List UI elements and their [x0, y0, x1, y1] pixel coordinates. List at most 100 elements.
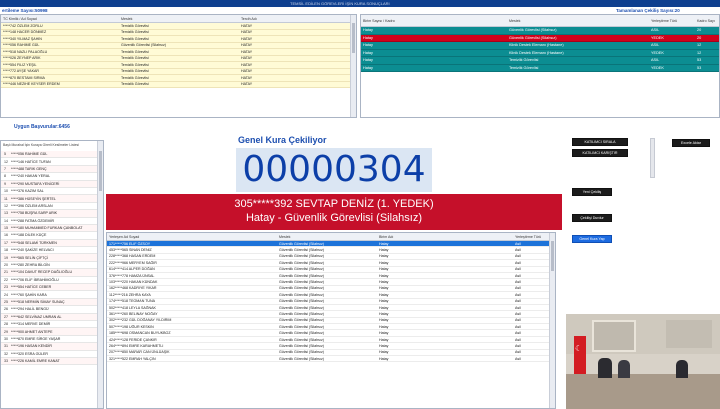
eligible-item[interactable]: 26 *****294 HALİL BENGÜ — [1, 306, 103, 314]
result-cell-job: Güvenlik Görevlisi (Silahsız) — [279, 324, 324, 329]
quota-row[interactable]: Hatay Güvenlik Görevlisi (Silahsız) ASIL 20 — [361, 27, 719, 35]
eligible-item[interactable]: 9 *****290 MUSTAFA YENİCERİ — [1, 180, 103, 188]
result-cell-name: 424*****128 FERİDE ÇANKIR — [109, 337, 157, 342]
eligible-item-number: 12 — [4, 159, 8, 164]
eligible-item[interactable]: 19 *****565 SELİN ÇİFTÇİ — [1, 254, 103, 262]
eligible-item[interactable]: 29 *****900 AHMET ANTEPE — [1, 328, 103, 336]
col-pref: Tercih Adı — [241, 16, 257, 21]
eligible-item[interactable]: 28 *****314 MERVE DEMİR — [1, 321, 103, 329]
eligible-item[interactable]: 33 *****226 KAMİL EMRE KANAT — [1, 357, 103, 366]
result-cell-job: Güvenlik Görevlisi (Silahsız) — [279, 280, 324, 285]
eligible-item-number: 25 — [4, 300, 8, 304]
quota-cell-n: 53 — [697, 65, 702, 70]
eligible-item[interactable]: 8 *****240 HAKAN YERAL — [1, 173, 103, 181]
eligible-item-number: 12 — [4, 203, 8, 208]
postponed-cell-pref: HATAY — [241, 82, 253, 87]
result-cell-job: Güvenlik Görevlisi (Silahsız) — [279, 273, 324, 278]
eligible-item-name: *****760 ŞAHİN KARA — [11, 292, 47, 297]
quota-cell-n: 20 — [697, 35, 702, 40]
postponed-scrollbar[interactable] — [350, 15, 356, 117]
eligible-item[interactable]: 16 *****188 DİLEK KÜÇE — [1, 232, 103, 240]
result-cell-job: Güvenlik Görevlisi (Silahsız) — [279, 356, 324, 361]
eligible-item-number: 15 — [4, 226, 8, 231]
result-cell-unit: Hatay — [379, 241, 389, 246]
quota-row[interactable]: Hatay Klinik Destek Elemanı (Hastane) ASIL… — [361, 42, 719, 50]
eligible-item[interactable]: 20 *****280 ZEHRA BİLGİN — [1, 262, 103, 270]
winner-position: Hatay - Güvenlik Görevlisi (Silahsız) — [245, 212, 423, 224]
result-cell-type: Asil — [515, 292, 521, 297]
quota-table[interactable]: Birim Sayısı / Kadro Meslek Yerleştirme … — [360, 14, 720, 118]
postponed-cell-name: *****870 BESTAMİ SIRMA — [3, 75, 45, 80]
eligible-item-number: 13 — [4, 211, 8, 216]
eligible-item-number: 18 — [4, 248, 8, 253]
sort-participants-button[interactable]: KATILIMCI SIRALA — [572, 138, 628, 146]
export-excel-button[interactable]: Excele Aktar — [672, 139, 710, 147]
col-name: TC Kimlik / Ad Soyad — [3, 16, 37, 21]
postponed-cell-name: *****446 NEZİHE KEYSER ERDEM — [3, 82, 60, 87]
eligible-item[interactable]: 13 *****758 BÜŞRA SARP ARIK — [1, 210, 103, 218]
eligible-item[interactable]: 11 *****386 HÜSEYİN ŞERTEL — [1, 195, 103, 203]
quota-row[interactable]: Hatay Klinik Destek Elemanı (Hastane) YEDE… — [361, 49, 719, 57]
eligible-item[interactable]: 22 *****706 ELİF İBRAHİMOĞLU — [1, 277, 103, 285]
postponed-cell-job: Temizlik Görevlisi — [121, 69, 149, 74]
quota-cell-n: 20 — [697, 28, 702, 33]
quota-cell-type: YEDEK — [651, 50, 664, 55]
eligible-item[interactable]: 14 *****288 FATMA ÖZDEMİR — [1, 218, 103, 225]
control-scrollbar[interactable] — [650, 138, 655, 178]
postponed-cell-name: *****148 HACER DÖNMEZ — [3, 30, 47, 35]
postponed-row[interactable]: *****446 NEZİHE KEYSER ERDEM Temizlik Gör… — [1, 81, 356, 88]
eligible-item[interactable]: 12 *****146 HATİCE TUFAN — [1, 158, 103, 166]
quota-row[interactable]: Hatay Temizlik Görevlisi ASIL 53 — [361, 57, 719, 65]
result-cell-job: Güvenlik Görevlisi (Silahsız) — [279, 350, 324, 355]
eligible-item-number: 17 — [4, 240, 8, 245]
quota-row[interactable]: Hatay Temizlik Görevlisi YEDEK 53 — [361, 64, 719, 72]
eligible-item[interactable]: 5 *****056 RAHİME GÜL — [1, 151, 103, 159]
eligible-item[interactable]: 21 *****104 DAVUT RECEP DAĞLIOĞLU — [1, 269, 103, 277]
eligible-item[interactable]: 31 *****196 HASAN KENDİR — [1, 343, 103, 351]
eligible-item-name: *****146 HATİCE TUFAN — [11, 159, 51, 164]
result-row[interactable]: 321*****522 EMRAH YALÇIN Güvenlik Görevli… — [107, 356, 555, 363]
result-cell-name: 302*****232 GÜL DOĞANAY YILDIRIM — [109, 318, 172, 323]
eligible-item[interactable]: 15 *****180 MUHAMMED FURKAN ÇANBOLAT — [1, 224, 103, 233]
eligible-item[interactable]: 12 *****396 ÖZLEM ARSLAN — [1, 203, 103, 211]
window-title: TEMSİL EDİLEN GÖREVLERİ İŞİN KURA SONUÇL… — [290, 1, 390, 6]
eligible-item[interactable]: 30 *****870 EMRE SİRGE YAŞAR — [1, 336, 103, 344]
result-cell-job: Güvenlik Görevlisi (Silahsız) — [279, 299, 324, 304]
eligible-item[interactable]: 23 *****554 HATİCE CEBER — [1, 284, 103, 292]
eligible-item[interactable]: 27 *****642 SELVİNAZ UMRAN AL — [1, 313, 103, 321]
eligible-item[interactable]: 24 *****760 ŞAHİN KARA — [1, 291, 103, 299]
eligible-item-number: 19 — [4, 255, 8, 260]
eligible-list[interactable]: Başlı Murahal İşin Kuraya Girerli Kesilm… — [0, 140, 104, 409]
eligible-item-number: 26 — [4, 307, 8, 312]
eligible-item-number: 32 — [4, 351, 8, 356]
emblem-board — [666, 320, 712, 348]
eligible-item-number: 22 — [4, 277, 8, 282]
postponed-table-header: TC Kimlik / Ad Soyad Meslek Tercih Adı — [1, 15, 356, 23]
eligible-item[interactable]: 25 *****518 NERMİN SİMAY SUNAÇ — [1, 298, 103, 307]
general-draw-button[interactable]: Genel Kura Yap — [572, 235, 612, 243]
postponed-cell-pref: HATAY — [241, 43, 253, 48]
postponed-table[interactable]: TC Kimlik / Ad Soyad Meslek Tercih Adı *… — [0, 14, 357, 118]
eligible-item-name: *****056 RAHİME GÜL — [11, 152, 48, 157]
quota-row[interactable]: Hatay Güvenlik Görevlisi (Silahsız) YEDEK 2… — [361, 34, 719, 42]
postponed-cell-job: Güvenlik Görevlisi (Silahsız) — [121, 43, 166, 48]
eligible-item[interactable]: 10 *****376 KAZIM SAL — [1, 188, 103, 196]
eligible-item[interactable]: 32 *****320 ESRA GÜLER — [1, 351, 103, 358]
postponed-cell-job: Temizlik Görevlisi — [121, 49, 149, 54]
shuffle-participants-button[interactable]: KATILIMCI KARIŞTIR — [572, 149, 628, 157]
eligible-item[interactable]: 17 *****548 SELAMİ TÜRKMEN — [1, 239, 103, 248]
postponed-cell-name: *****742 ÖZLEM ZORLU — [3, 23, 43, 28]
turkish-flag: ☾ — [574, 336, 586, 376]
new-draw-button[interactable]: Yeni Çekiliş — [572, 188, 612, 196]
quota-cell-job: Klinik Destek Elemanı (Hastane) — [509, 50, 564, 55]
eligible-item-name: *****758 BÜŞRA SARP ARIK — [11, 211, 58, 216]
eligible-scrollbar[interactable] — [97, 141, 103, 408]
result-cell-type: Asil — [515, 299, 521, 304]
results-table[interactable]: Yerleşen Ad Soyad Meslek Birim Adı Yerle… — [106, 232, 556, 409]
postponed-cell-pref: HATAY — [241, 62, 253, 67]
results-scrollbar[interactable] — [549, 233, 555, 408]
stop-draw-button[interactable]: Çekilişi Durdur — [572, 214, 612, 222]
eligible-item[interactable]: 7 *****488 TARIK GENÇ — [1, 165, 103, 174]
result-cell-unit: Hatay — [379, 292, 389, 297]
eligible-item[interactable]: 18 *****240 ŞAKİZE HELVACI — [1, 247, 103, 255]
